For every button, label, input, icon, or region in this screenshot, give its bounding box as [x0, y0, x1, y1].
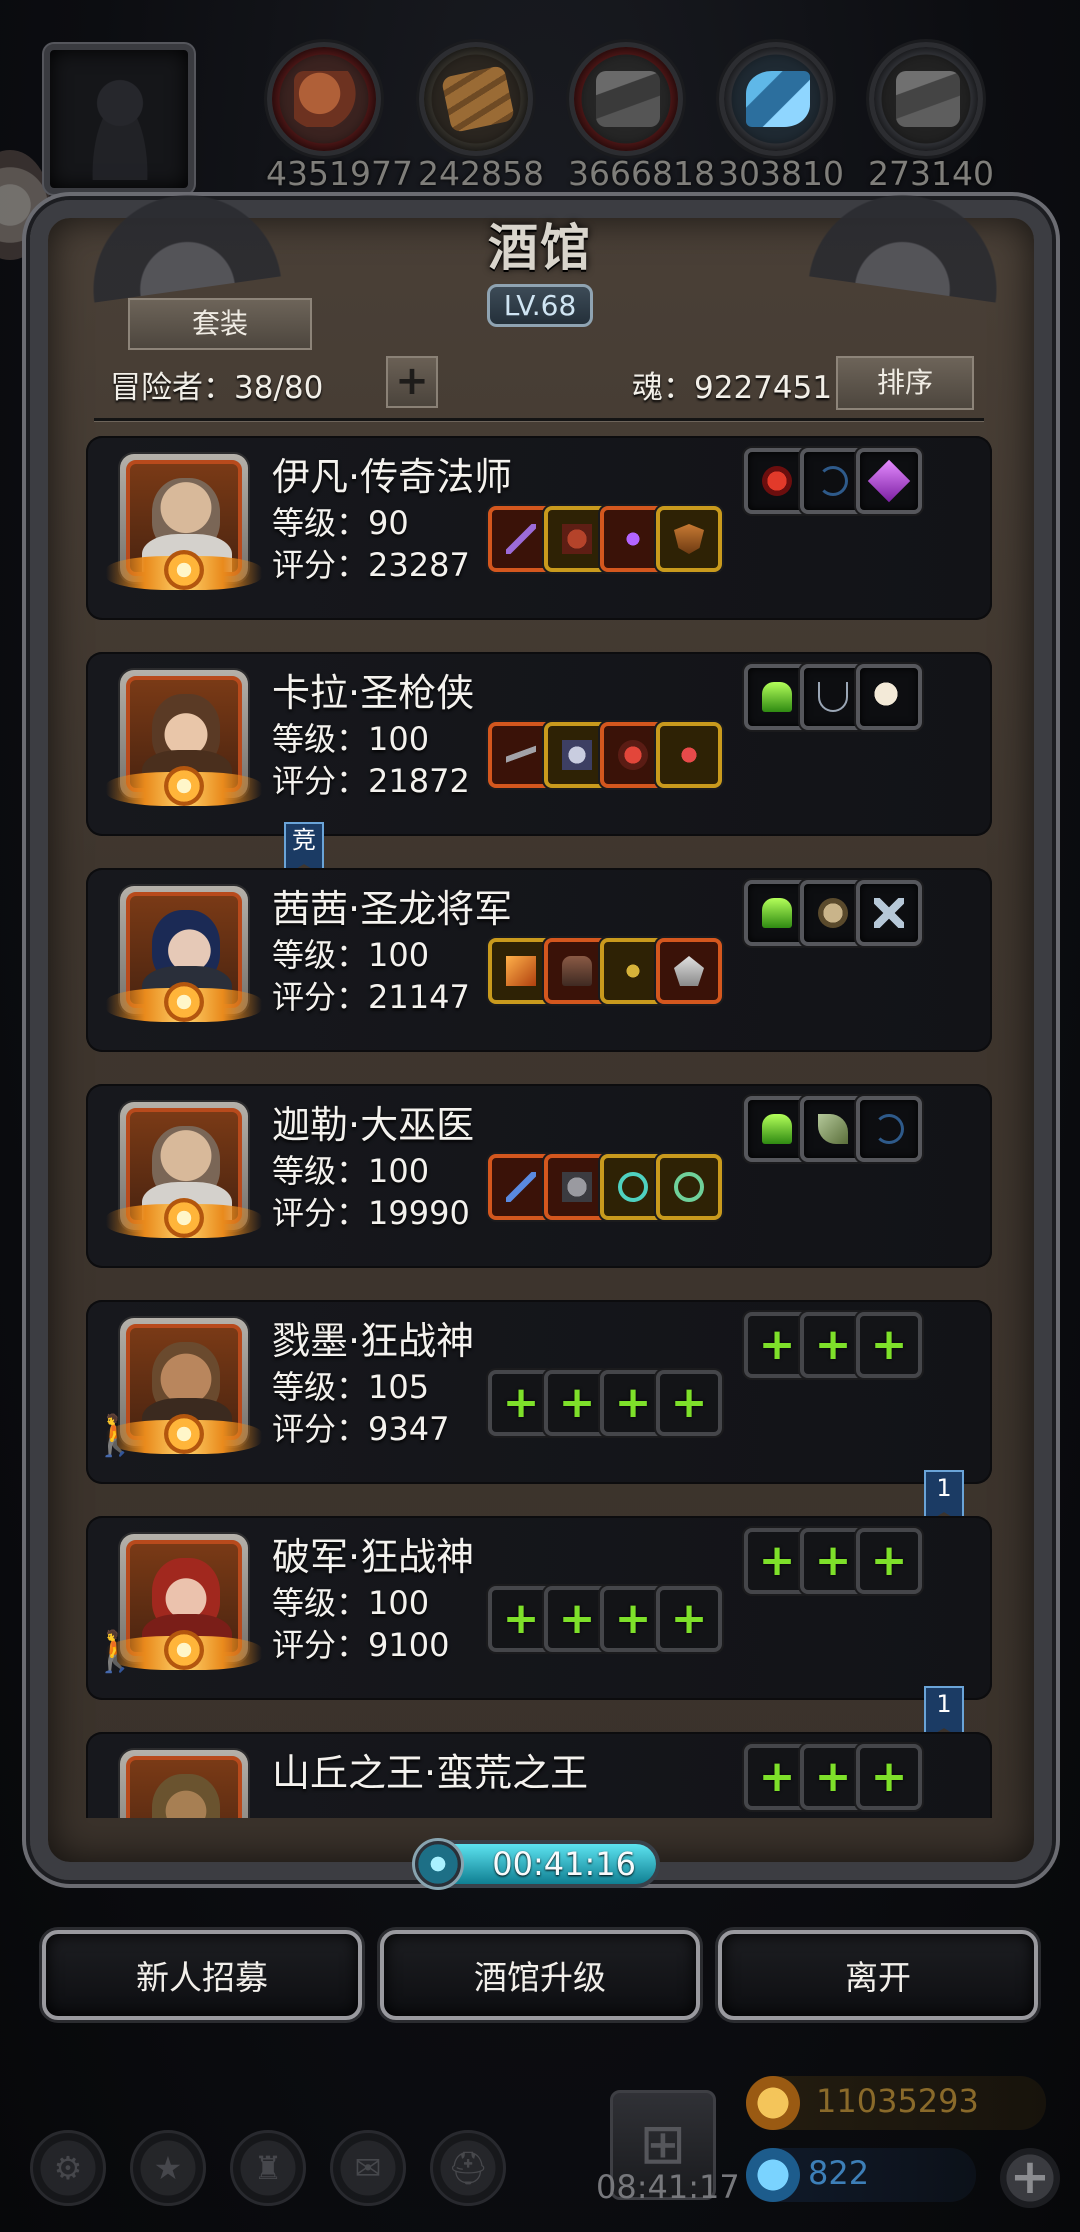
tavern-level-badge: LV.68 [486, 284, 594, 327]
add-adventurer-button[interactable]: + [386, 356, 438, 408]
crystal-icon [719, 42, 833, 156]
hero-level: 等级：100 [272, 720, 430, 758]
add-equipment-button[interactable]: + [856, 1312, 922, 1378]
gold-amount: 11035293 [816, 2082, 979, 2120]
add-currency-button[interactable]: + [1000, 2148, 1060, 2208]
hero-name: 卡拉·圣枪侠 [272, 671, 475, 715]
hero-card[interactable]: 🚶 戮墨·狂战神 等级：105 评分：9347 + + + + + + + [86, 1300, 992, 1484]
gold-coin-icon [746, 2076, 800, 2130]
equip-slot-feather[interactable] [856, 664, 922, 730]
diamond-amount: 822 [808, 2154, 870, 2192]
hero-score: 评分：21147 [272, 978, 470, 1016]
sort-button[interactable]: 排序 [836, 356, 974, 410]
hero-level: 等级：100 [272, 936, 430, 974]
hero-score: 评分：9347 [272, 1410, 450, 1448]
diamond-icon [746, 2148, 800, 2202]
add-equipment-button[interactable]: + [656, 1370, 722, 1436]
adventurer-count: 冒险者：38/80 [110, 370, 324, 406]
wood-icon [419, 42, 533, 156]
walking-status-icon: 🚶 [90, 1629, 140, 1675]
equip-slot-emblem[interactable] [856, 880, 922, 946]
page-title: 酒馆 [488, 218, 592, 277]
equip-slot-medal[interactable] [656, 938, 722, 1004]
hero-name: 破军·狂战神 [272, 1535, 475, 1579]
header-divider [94, 418, 984, 421]
hero-card[interactable]: 迦勒·大巫医 等级：100 评分：19990 [86, 1084, 992, 1268]
hero-card[interactable]: 茜茜·圣龙将军 等级：100 评分：21147 [86, 868, 992, 1052]
walking-status-icon: 🚶 [90, 1413, 140, 1459]
upgrade-tavern-button[interactable]: 酒馆升级 [380, 1930, 700, 2020]
hero-card[interactable]: 山丘之王·蛮荒之王 + + + [86, 1732, 992, 1818]
resource-iron: 3666818 [568, 42, 715, 193]
castle-icon[interactable]: ♜ [230, 2130, 306, 2206]
helmet-icon[interactable]: ⛑ [430, 2130, 506, 2206]
hero-card[interactable]: 伊凡·传奇法师 等级：90 评分：23287 [86, 436, 992, 620]
hero-level: 等级：100 [272, 1584, 430, 1622]
hero-name: 山丘之王·蛮荒之王 [272, 1751, 589, 1795]
equip-slot-gem[interactable] [856, 448, 922, 514]
resource-iron-value: 3666818 [568, 154, 715, 193]
hero-name: 茜茜·圣龙将军 [272, 887, 513, 931]
resource-wood: 242858 [418, 42, 544, 193]
hero-rank-emblem [106, 550, 262, 590]
add-equipment-button[interactable]: + [856, 1528, 922, 1594]
equip-slot-pendant[interactable] [656, 722, 722, 788]
hero-card[interactable]: 🚶 破军·狂战神 等级：100 评分：9100 + + + + + + + [86, 1516, 992, 1700]
hero-list[interactable]: 伊凡·传奇法师 等级：90 评分：23287 卡拉·圣枪侠 等级：100 评分：… [86, 430, 992, 1818]
equip-slot-ring[interactable] [656, 1154, 722, 1220]
add-equipment-button[interactable]: + [856, 1744, 922, 1810]
recruit-button[interactable]: 新人招募 [42, 1930, 362, 2020]
hero-rank-emblem [106, 1198, 262, 1238]
hero-score: 评分：21872 [272, 762, 470, 800]
soul-count: 魂：9227451 [632, 370, 833, 406]
set-tab-button[interactable]: 套装 [128, 298, 312, 350]
hero-score: 评分：23287 [272, 546, 470, 584]
player-avatar[interactable] [44, 44, 194, 194]
settings-gear-icon[interactable]: ⚙ [30, 2130, 106, 2206]
hero-rank-emblem [106, 766, 262, 806]
stone-icon [869, 42, 983, 156]
hero-portrait[interactable] [120, 1750, 248, 1818]
resource-stone: 273140 [868, 42, 994, 193]
meat-icon [267, 42, 381, 156]
hero-name: 戮墨·狂战神 [272, 1319, 475, 1363]
iron-icon [569, 42, 683, 156]
leave-button[interactable]: 离开 [718, 1930, 1038, 2020]
hero-card[interactable]: 卡拉·圣枪侠 等级：100 评分：21872 [86, 652, 992, 836]
mail-icon[interactable]: ✉ [330, 2130, 406, 2206]
hero-score: 评分：19990 [272, 1194, 470, 1232]
clock-icon [412, 1838, 464, 1890]
hero-name: 伊凡·传奇法师 [272, 455, 513, 499]
resource-meat: 4351977 [266, 42, 413, 193]
achievement-star-icon[interactable]: ★ [130, 2130, 206, 2206]
resource-wood-value: 242858 [418, 154, 544, 193]
hero-rank-emblem [106, 982, 262, 1022]
game-clock: 08:41:17 [596, 2168, 740, 2206]
add-equipment-button[interactable]: + [656, 1586, 722, 1652]
hero-level: 等级：100 [272, 1152, 430, 1190]
equip-slot-bow[interactable] [856, 1096, 922, 1162]
hero-name: 迦勒·大巫医 [272, 1103, 475, 1147]
hero-level: 等级：105 [272, 1368, 430, 1406]
hero-level: 等级：90 [272, 504, 409, 542]
equip-slot-shield[interactable] [656, 506, 722, 572]
tavern-title-plate: 酒馆 LV.68 [430, 208, 650, 328]
hero-score: 评分：9100 [272, 1626, 450, 1664]
